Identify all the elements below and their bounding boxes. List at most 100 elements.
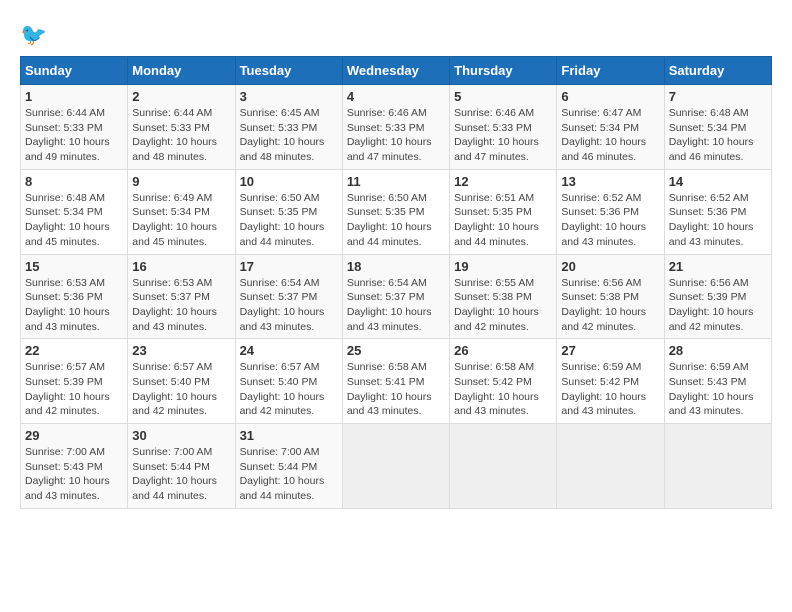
day-info: Sunrise: 6:57 AM Sunset: 5:40 PM Dayligh… — [132, 360, 230, 419]
day-number: 12 — [454, 174, 552, 189]
calendar-cell: 17 Sunrise: 6:54 AM Sunset: 5:37 PM Dayli… — [235, 254, 342, 339]
weekday-header-monday: Monday — [128, 57, 235, 85]
calendar-week-3: 15 Sunrise: 6:53 AM Sunset: 5:36 PM Dayli… — [21, 254, 772, 339]
day-info: Sunrise: 6:50 AM Sunset: 5:35 PM Dayligh… — [347, 191, 445, 250]
weekday-header-friday: Friday — [557, 57, 664, 85]
logo-icon: 🐦 — [20, 20, 48, 48]
page-header: 🐦 — [20, 20, 772, 48]
weekday-header-thursday: Thursday — [450, 57, 557, 85]
calendar-cell: 29 Sunrise: 7:00 AM Sunset: 5:43 PM Dayli… — [21, 424, 128, 509]
day-info: Sunrise: 6:44 AM Sunset: 5:33 PM Dayligh… — [25, 106, 123, 165]
calendar-cell: 24Sunrise: 6:57 AM Sunset: 5:40 PM Dayli… — [235, 339, 342, 424]
calendar-cell: 20Sunrise: 6:56 AM Sunset: 5:38 PM Dayli… — [557, 254, 664, 339]
day-number: 31 — [240, 428, 338, 443]
calendar-cell: 27 Sunrise: 6:59 AM Sunset: 5:42 PM Dayli… — [557, 339, 664, 424]
calendar-table: SundayMondayTuesdayWednesdayThursdayFrid… — [20, 56, 772, 509]
calendar-cell: 30 Sunrise: 7:00 AM Sunset: 5:44 PM Dayli… — [128, 424, 235, 509]
calendar-cell: 4 Sunrise: 6:46 AM Sunset: 5:33 PM Daylig… — [342, 85, 449, 170]
day-number: 3 — [240, 89, 338, 104]
day-number: 2 — [132, 89, 230, 104]
calendar-cell: 8Sunrise: 6:48 AM Sunset: 5:34 PM Daylig… — [21, 169, 128, 254]
day-info: Sunrise: 7:00 AM Sunset: 5:44 PM Dayligh… — [132, 445, 230, 504]
calendar-cell: 5 Sunrise: 6:46 AM Sunset: 5:33 PM Daylig… — [450, 85, 557, 170]
calendar-cell: 25 Sunrise: 6:58 AM Sunset: 5:41 PM Dayli… — [342, 339, 449, 424]
calendar-cell: 26 Sunrise: 6:58 AM Sunset: 5:42 PM Dayli… — [450, 339, 557, 424]
calendar-week-2: 8Sunrise: 6:48 AM Sunset: 5:34 PM Daylig… — [21, 169, 772, 254]
logo: 🐦 — [20, 20, 52, 48]
day-number: 5 — [454, 89, 552, 104]
calendar-cell: 23 Sunrise: 6:57 AM Sunset: 5:40 PM Dayli… — [128, 339, 235, 424]
day-number: 15 — [25, 259, 123, 274]
day-info: Sunrise: 6:53 AM Sunset: 5:37 PM Dayligh… — [132, 276, 230, 335]
day-number: 13 — [561, 174, 659, 189]
calendar-cell: 9 Sunrise: 6:49 AM Sunset: 5:34 PM Daylig… — [128, 169, 235, 254]
day-number: 17 — [240, 259, 338, 274]
calendar-cell: 16 Sunrise: 6:53 AM Sunset: 5:37 PM Dayli… — [128, 254, 235, 339]
day-number: 24 — [240, 343, 338, 358]
svg-text:🐦: 🐦 — [20, 22, 47, 47]
day-number: 8 — [25, 174, 123, 189]
weekday-header-sunday: Sunday — [21, 57, 128, 85]
day-number: 7 — [669, 89, 767, 104]
day-number: 23 — [132, 343, 230, 358]
day-info: Sunrise: 6:46 AM Sunset: 5:33 PM Dayligh… — [347, 106, 445, 165]
weekday-header-wednesday: Wednesday — [342, 57, 449, 85]
day-info: Sunrise: 7:00 AM Sunset: 5:43 PM Dayligh… — [25, 445, 123, 504]
day-number: 9 — [132, 174, 230, 189]
weekday-header-tuesday: Tuesday — [235, 57, 342, 85]
day-info: Sunrise: 6:57 AM Sunset: 5:39 PM Dayligh… — [25, 360, 123, 419]
calendar-cell — [450, 424, 557, 509]
calendar-cell: 3 Sunrise: 6:45 AM Sunset: 5:33 PM Daylig… — [235, 85, 342, 170]
day-number: 27 — [561, 343, 659, 358]
calendar-cell: 18Sunrise: 6:54 AM Sunset: 5:37 PM Dayli… — [342, 254, 449, 339]
calendar-cell — [342, 424, 449, 509]
calendar-cell: 22Sunrise: 6:57 AM Sunset: 5:39 PM Dayli… — [21, 339, 128, 424]
calendar-cell: 14 Sunrise: 6:52 AM Sunset: 5:36 PM Dayli… — [664, 169, 771, 254]
day-info: Sunrise: 6:59 AM Sunset: 5:43 PM Dayligh… — [669, 360, 767, 419]
day-info: Sunrise: 6:46 AM Sunset: 5:33 PM Dayligh… — [454, 106, 552, 165]
calendar-cell: 15 Sunrise: 6:53 AM Sunset: 5:36 PM Dayli… — [21, 254, 128, 339]
day-info: Sunrise: 6:52 AM Sunset: 5:36 PM Dayligh… — [561, 191, 659, 250]
day-number: 14 — [669, 174, 767, 189]
day-info: Sunrise: 6:51 AM Sunset: 5:35 PM Dayligh… — [454, 191, 552, 250]
calendar-cell: 10 Sunrise: 6:50 AM Sunset: 5:35 PM Dayli… — [235, 169, 342, 254]
day-info: Sunrise: 6:59 AM Sunset: 5:42 PM Dayligh… — [561, 360, 659, 419]
day-info: Sunrise: 6:50 AM Sunset: 5:35 PM Dayligh… — [240, 191, 338, 250]
day-info: Sunrise: 6:45 AM Sunset: 5:33 PM Dayligh… — [240, 106, 338, 165]
day-number: 19 — [454, 259, 552, 274]
day-info: Sunrise: 6:49 AM Sunset: 5:34 PM Dayligh… — [132, 191, 230, 250]
calendar-week-1: 1 Sunrise: 6:44 AM Sunset: 5:33 PM Daylig… — [21, 85, 772, 170]
day-info: Sunrise: 6:56 AM Sunset: 5:39 PM Dayligh… — [669, 276, 767, 335]
day-number: 21 — [669, 259, 767, 274]
day-number: 30 — [132, 428, 230, 443]
day-number: 29 — [25, 428, 123, 443]
calendar-cell — [557, 424, 664, 509]
day-number: 4 — [347, 89, 445, 104]
day-number: 18 — [347, 259, 445, 274]
day-number: 11 — [347, 174, 445, 189]
calendar-cell: 6Sunrise: 6:47 AM Sunset: 5:34 PM Daylig… — [557, 85, 664, 170]
calendar-cell: 2 Sunrise: 6:44 AM Sunset: 5:33 PM Daylig… — [128, 85, 235, 170]
day-number: 16 — [132, 259, 230, 274]
day-info: Sunrise: 7:00 AM Sunset: 5:44 PM Dayligh… — [240, 445, 338, 504]
day-info: Sunrise: 6:52 AM Sunset: 5:36 PM Dayligh… — [669, 191, 767, 250]
day-info: Sunrise: 6:58 AM Sunset: 5:42 PM Dayligh… — [454, 360, 552, 419]
day-number: 1 — [25, 89, 123, 104]
day-number: 25 — [347, 343, 445, 358]
calendar-cell: 7 Sunrise: 6:48 AM Sunset: 5:34 PM Daylig… — [664, 85, 771, 170]
day-info: Sunrise: 6:44 AM Sunset: 5:33 PM Dayligh… — [132, 106, 230, 165]
day-info: Sunrise: 6:54 AM Sunset: 5:37 PM Dayligh… — [240, 276, 338, 335]
day-number: 10 — [240, 174, 338, 189]
day-number: 6 — [561, 89, 659, 104]
day-info: Sunrise: 6:48 AM Sunset: 5:34 PM Dayligh… — [669, 106, 767, 165]
calendar-cell — [664, 424, 771, 509]
calendar-week-5: 29 Sunrise: 7:00 AM Sunset: 5:43 PM Dayli… — [21, 424, 772, 509]
calendar-cell: 13 Sunrise: 6:52 AM Sunset: 5:36 PM Dayli… — [557, 169, 664, 254]
day-number: 26 — [454, 343, 552, 358]
calendar-cell: 19Sunrise: 6:55 AM Sunset: 5:38 PM Dayli… — [450, 254, 557, 339]
day-info: Sunrise: 6:53 AM Sunset: 5:36 PM Dayligh… — [25, 276, 123, 335]
calendar-cell: 31 Sunrise: 7:00 AM Sunset: 5:44 PM Dayli… — [235, 424, 342, 509]
day-info: Sunrise: 6:58 AM Sunset: 5:41 PM Dayligh… — [347, 360, 445, 419]
calendar-cell: 21 Sunrise: 6:56 AM Sunset: 5:39 PM Dayli… — [664, 254, 771, 339]
day-number: 20 — [561, 259, 659, 274]
